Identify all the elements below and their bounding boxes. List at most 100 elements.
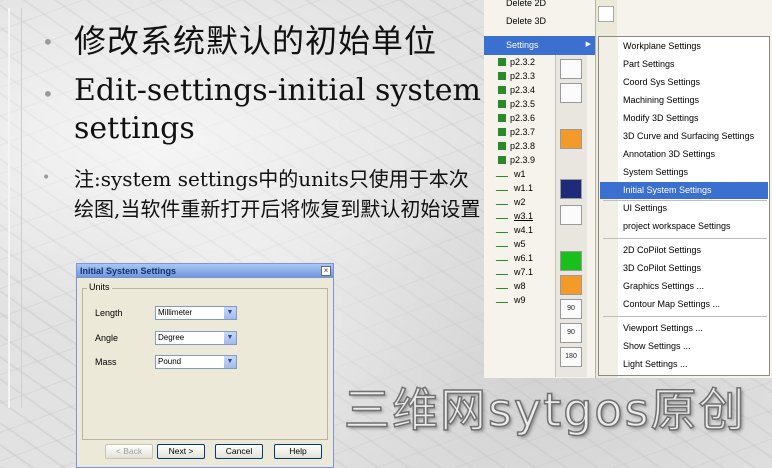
menu-separator [603,238,767,239]
render-tool-icon[interactable] [560,275,582,295]
menu-separator [603,316,767,317]
tree-item[interactable]: w5 [495,239,526,252]
tree-item[interactable]: w3.1 [495,211,533,224]
menu-item-delete-3d[interactable]: Delete 3D [506,16,546,26]
menu-item-project-workspace-settings[interactable]: project workspace Settings [600,218,768,235]
bullet-3: • [42,170,51,186]
slide-subtitle: Edit-settings-initial system settings [74,73,481,146]
point-icon [498,128,506,136]
menu-item-contour-map-settings[interactable]: Contour Map Settings ... [600,296,768,313]
menu-item-light-settings[interactable]: Light Settings ... [600,356,768,373]
tree-item[interactable]: w6.1 [495,253,533,266]
tree-item[interactable]: w1 [495,169,526,182]
solid-tool-icon[interactable] [560,179,582,199]
angle-select[interactable]: Degree ▼ [155,331,237,345]
cancel-button[interactable]: Cancel [215,444,263,459]
tree-item[interactable]: w2 [495,197,526,210]
help-button[interactable]: Help [274,444,322,459]
menu-item-show-settings[interactable]: Show Settings ... [600,338,768,355]
mass-select[interactable]: Pound ▼ [155,355,237,369]
menu-item-part-settings[interactable]: Part Settings [600,56,768,73]
menu-item-delete-2d[interactable]: Delete 2D [506,0,546,8]
rotate-90-ccw-button[interactable]: 90 [560,323,582,343]
tree-item[interactable]: p2.3.6 [498,113,535,126]
bullet-2: • [42,82,54,106]
slide-note: 注:system settings中的units只使用于本次绘图,当软件重新打开… [74,167,481,221]
surface-tool-icon[interactable] [560,129,582,149]
point-icon [498,72,506,80]
menu-item-graphics-settings[interactable]: Graphics Settings ... [600,278,768,295]
wire-icon [495,239,513,247]
curve-tool-icon[interactable] [560,59,582,79]
tree-item[interactable]: w9 [495,295,526,308]
close-icon[interactable]: × [321,266,331,276]
menu-item-viewport-settings[interactable]: Viewport Settings ... [600,320,768,337]
chevron-down-icon[interactable]: ▼ [224,332,236,344]
tree-item[interactable]: w1.1 [495,183,533,196]
menu-item-coord-sys-settings[interactable]: Coord Sys Settings [600,74,768,91]
tree-item[interactable]: p2.3.2 [498,57,535,70]
mass-label: Mass [95,357,117,367]
wire-icon [495,183,513,191]
chevron-down-icon[interactable]: ▼ [224,307,236,319]
rotate-90-button[interactable]: 90 [560,299,582,319]
back-button[interactable]: < Back [105,444,153,459]
settings-submenu: Workplane Settings Part Settings Coord S… [598,36,770,376]
arc-tool-icon[interactable] [560,83,582,103]
settings-label: Settings [506,40,539,50]
vertical-toolbar: 90 90 180 [555,55,587,377]
menu-item-initial-system-settings[interactable]: Initial System Settings [600,182,768,199]
tree-item[interactable]: p2.3.8 [498,141,535,154]
watermark: 三维网sytgos原创 [343,382,747,438]
tree-item[interactable]: p2.3.3 [498,71,535,84]
fillet-tool-icon[interactable] [560,205,582,225]
menu-item-annotation-3d-settings[interactable]: Annotation 3D Settings [600,146,768,163]
menu-item-2d-copilot-settings[interactable]: 2D CoPilot Settings [600,242,768,259]
menu-item-system-settings[interactable]: System Settings [600,164,768,181]
tree-item[interactable]: w7.1 [495,267,533,280]
menu-item-3d-curve-settings[interactable]: 3D Curve and Surfacing Settings [600,128,768,145]
bullet-1: • [42,30,54,54]
menu-item-workplane-settings[interactable]: Workplane Settings [600,38,768,55]
tree-item[interactable]: p2.3.7 [498,127,535,140]
next-button[interactable]: Next > [157,444,205,459]
point-icon [498,114,506,122]
units-group-label: Units [87,282,112,292]
wire-icon [495,281,513,289]
point-icon [498,156,506,164]
sketch-tool-icon[interactable] [598,6,614,22]
tree-item[interactable]: p2.3.9 [498,155,535,168]
menu-item-ui-settings[interactable]: UI Settings [600,200,768,217]
wire-icon [495,169,513,177]
wire-icon [495,267,513,275]
edit-menu: Delete 2D Delete 3D [484,0,596,34]
point-icon [498,86,506,94]
mass-value: Pound [158,357,182,366]
length-select[interactable]: Millimeter ▼ [155,306,237,320]
object-tree: p2.3.2 p2.3.3 p2.3.4 p2.3.5 p2.3.6 p2.3.… [488,55,550,305]
dialog-title: Initial System Settings [77,264,333,278]
slide-left-rule [8,8,22,408]
tree-item[interactable]: p2.3.4 [498,85,535,98]
menu-item-machining-settings[interactable]: Machining Settings [600,92,768,109]
menu-item-settings[interactable]: Settings ▶ [484,36,596,55]
slide-title: 修改系统默认的初始单位 [74,22,438,60]
layer-tool-icon[interactable] [560,251,582,271]
menu-item-modify-3d-settings[interactable]: Modify 3D Settings [600,110,768,127]
menu-item-3d-copilot-settings[interactable]: 3D CoPilot Settings [600,260,768,277]
tree-item[interactable]: w4.1 [495,225,533,238]
rotate-180-button[interactable]: 180 [560,347,582,367]
tree-item[interactable]: p2.3.5 [498,99,535,112]
point-icon [498,100,506,108]
length-value: Millimeter [158,308,193,317]
tree-item[interactable]: w8 [495,281,526,294]
chevron-down-icon[interactable]: ▼ [224,356,236,368]
chevron-right-icon: ▶ [585,41,591,48]
initial-system-settings-dialog: Initial System Settings × Units Length M… [76,263,334,468]
point-icon [498,142,506,150]
wire-icon [495,253,513,261]
wire-icon [495,211,513,219]
point-icon [498,58,506,66]
wire-icon [495,225,513,233]
wire-icon [495,295,513,303]
